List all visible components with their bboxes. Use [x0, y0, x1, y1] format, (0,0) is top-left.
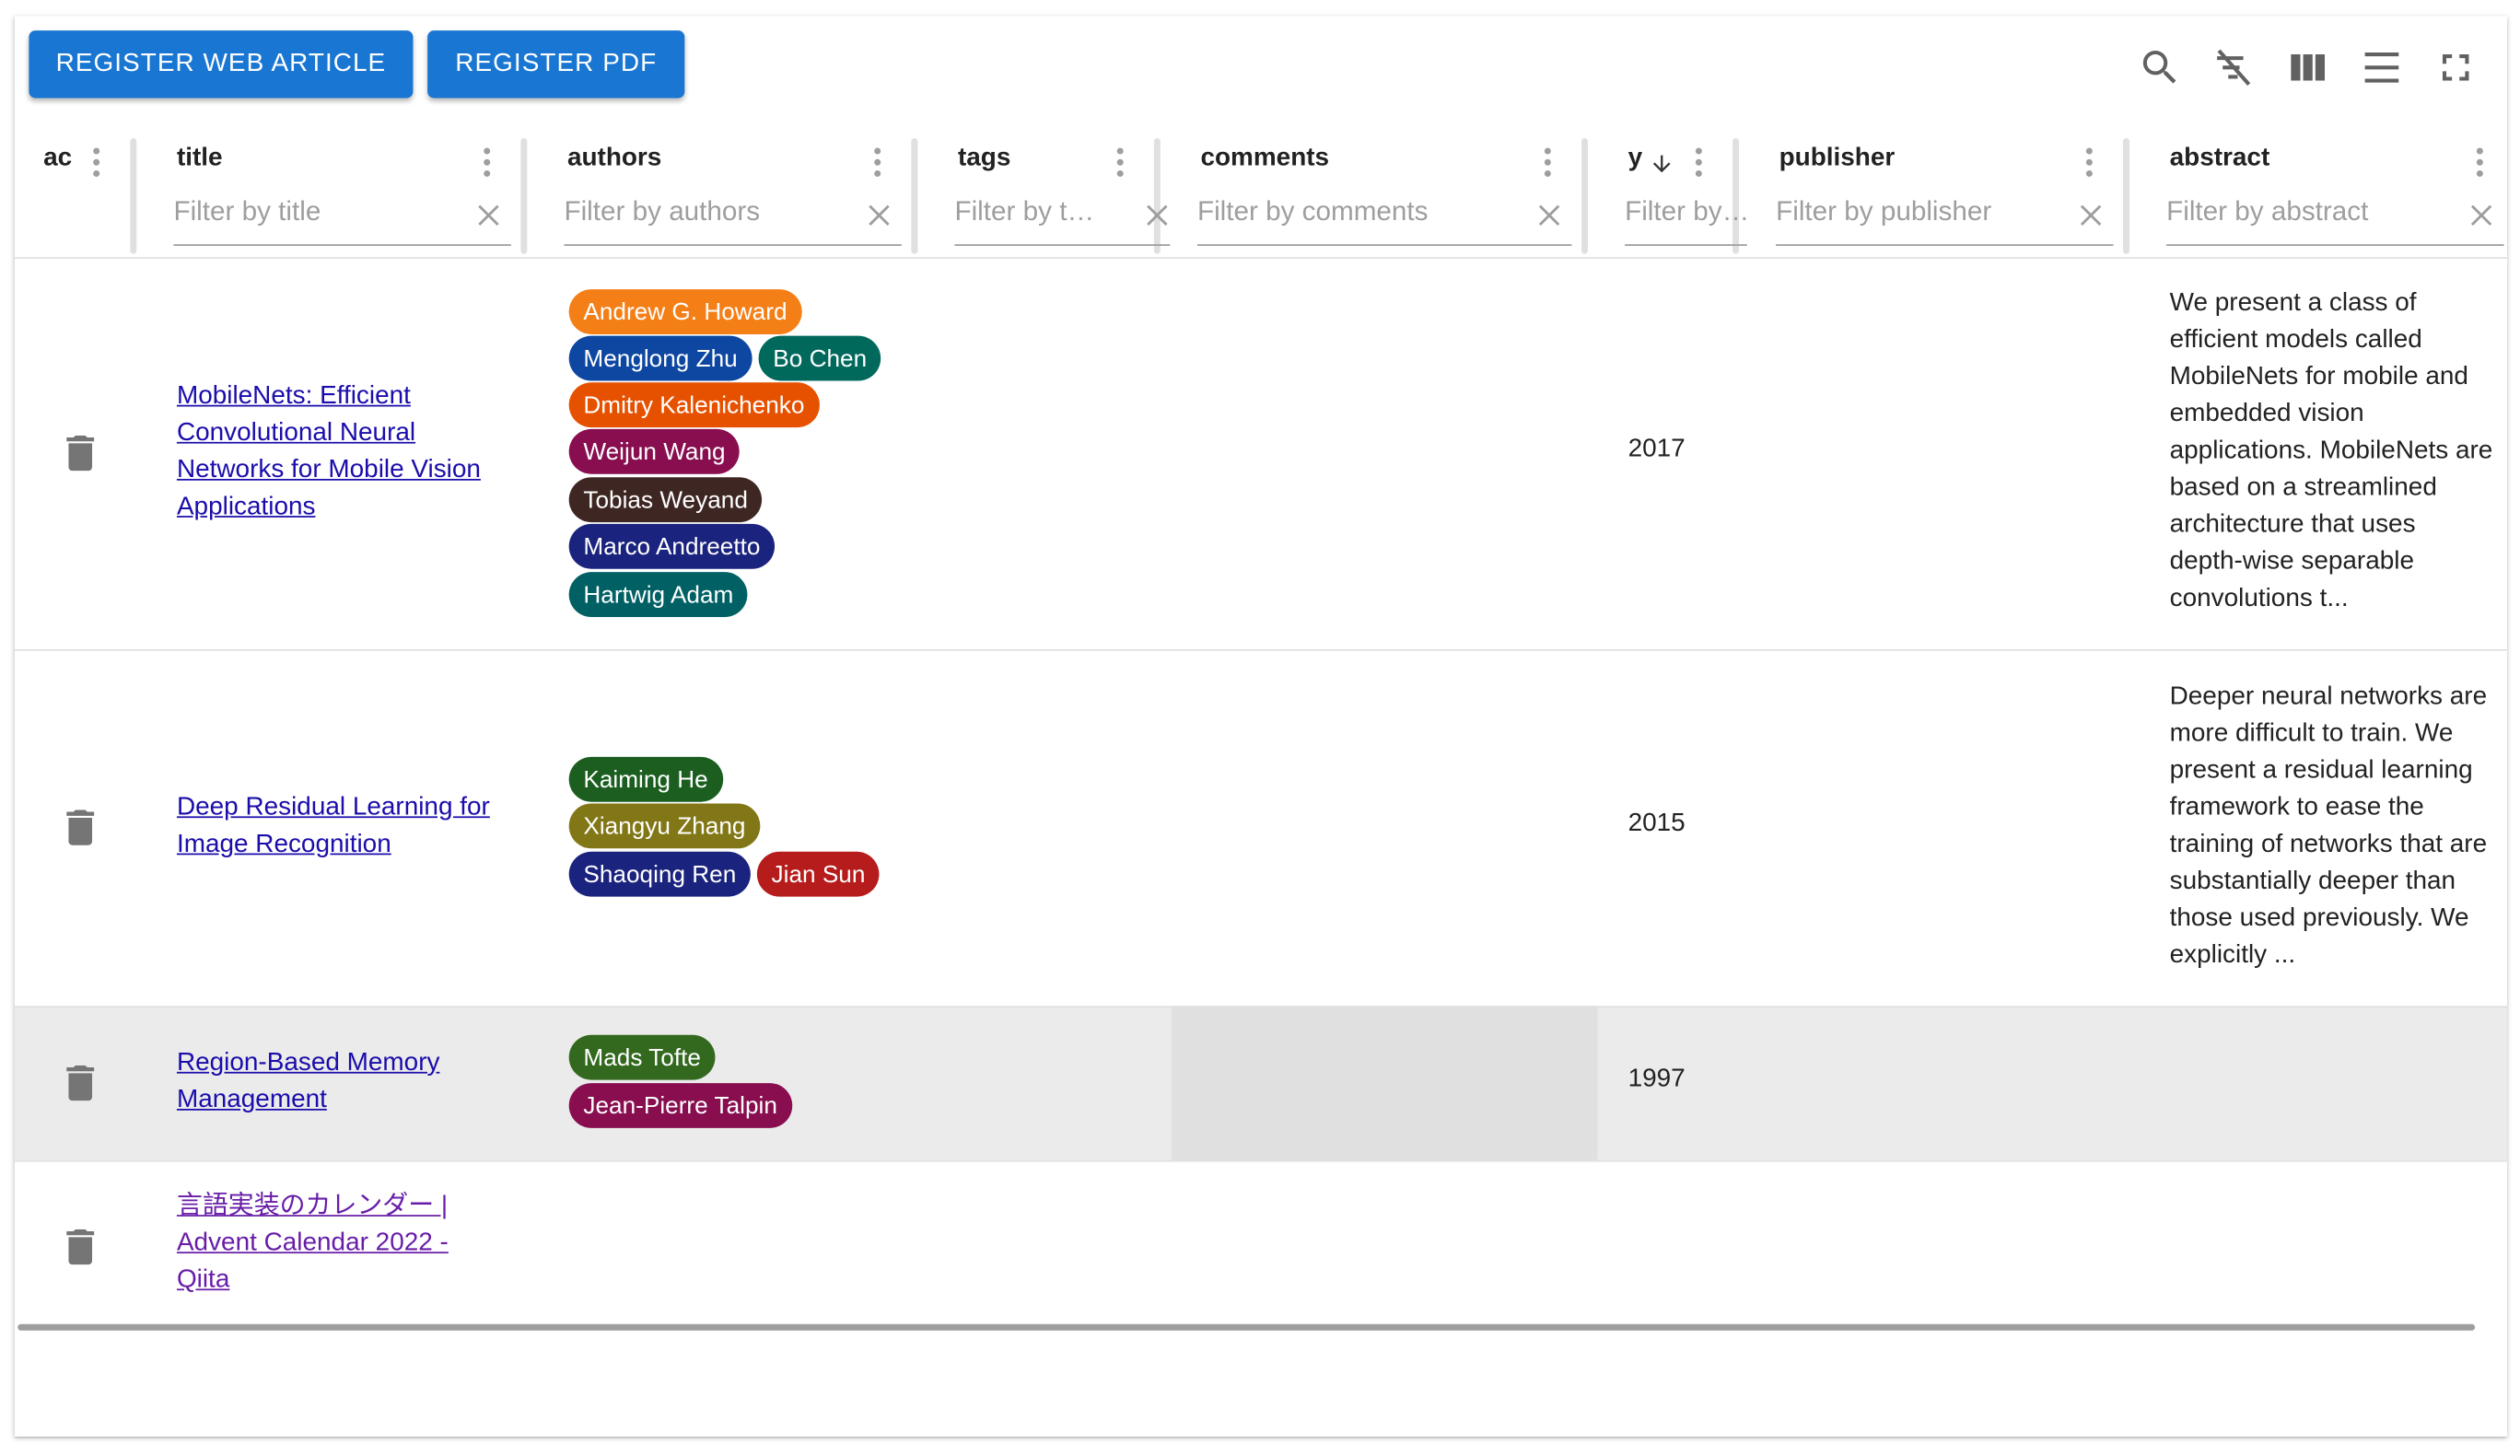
search-icon[interactable] — [2138, 45, 2183, 90]
clear-filter-x-icon[interactable] — [2075, 199, 2107, 231]
year-cell: 1997 — [1628, 1065, 1686, 1093]
header-divider — [14, 257, 2508, 259]
publisher-filter — [1776, 186, 2114, 246]
clear-filter-x-icon[interactable] — [863, 199, 895, 231]
row-divider — [14, 648, 2508, 651]
comments-filter — [1196, 186, 1572, 246]
year-filter-input[interactable] — [1625, 186, 1747, 239]
comments-filter-input[interactable] — [1196, 186, 1572, 239]
author-chip[interactable]: Andrew G. Howard — [568, 289, 802, 334]
abstract-cell: Deeper neural networks are more difficult… — [2169, 682, 2488, 970]
author-chip[interactable]: Shaoqing Ren — [568, 851, 752, 897]
delete-icon[interactable] — [66, 435, 95, 472]
column-header-title[interactable]: title — [177, 145, 223, 173]
clear-filter-x-icon[interactable] — [472, 199, 505, 231]
columns-icon[interactable] — [2285, 45, 2330, 90]
author-chip[interactable]: Marco Andreetto — [568, 523, 776, 569]
horizontal-scrollbar[interactable] — [18, 1323, 2476, 1331]
fullscreen-icon[interactable] — [2433, 45, 2479, 90]
register-pdf-button[interactable]: REGISTER PDF — [427, 30, 685, 99]
column-resize-handle[interactable] — [130, 138, 137, 254]
column-menu-icon[interactable] — [2475, 146, 2484, 179]
author-chip[interactable]: Menglong Zhu — [568, 335, 752, 381]
column-resize-handle[interactable] — [520, 138, 528, 254]
register-web-article-button[interactable]: REGISTER WEB ARTICLE — [29, 30, 414, 99]
column-header-tags[interactable]: tags — [958, 145, 1010, 173]
clear-filter-x-icon[interactable] — [1534, 199, 1566, 231]
title-filter — [173, 186, 511, 246]
authors-filter — [564, 186, 902, 246]
column-menu-icon[interactable] — [1543, 146, 1552, 179]
clear-filter-x-icon[interactable] — [1141, 199, 1173, 231]
row-divider — [14, 1006, 2508, 1008]
author-chip[interactable]: Dmitry Kalenichenko — [568, 382, 820, 428]
author-chip[interactable]: Mads Tofte — [568, 1034, 716, 1080]
year-cell: 2017 — [1628, 435, 1686, 463]
authors-filter-input[interactable] — [564, 186, 902, 239]
title-link[interactable]: MobileNets: Efficient Convolutional Neura… — [177, 378, 481, 526]
column-header-year[interactable]: y — [1628, 145, 1643, 173]
title-filter-input[interactable] — [173, 186, 511, 239]
column-menu-icon[interactable] — [1115, 146, 1125, 179]
column-resize-handle[interactable] — [911, 138, 918, 254]
density-icon[interactable] — [2360, 45, 2405, 90]
author-chip[interactable]: Weijun Wang — [568, 428, 741, 474]
column-header-actions[interactable]: ac — [43, 145, 72, 173]
publisher-filter-input[interactable] — [1776, 186, 2114, 239]
author-chip[interactable]: Jean-Pierre Talpin — [568, 1083, 792, 1128]
author-chip[interactable]: Bo Chen — [758, 335, 881, 381]
title-link[interactable]: Region-Based Memory Management — [177, 1044, 440, 1118]
column-menu-icon[interactable] — [482, 146, 491, 179]
year-cell: 2015 — [1628, 810, 1686, 838]
column-menu-icon[interactable] — [2084, 146, 2094, 179]
clear-filter-icon[interactable] — [2211, 45, 2257, 90]
column-header-abstract[interactable]: abstract — [2170, 145, 2270, 173]
column-menu-icon[interactable] — [91, 146, 100, 179]
tags-filter-input[interactable] — [954, 186, 1171, 239]
delete-icon[interactable] — [66, 1229, 95, 1265]
title-link[interactable]: 言語実装のカレンダー | Advent Calendar 2022 - Qiita — [177, 1187, 449, 1298]
column-menu-icon[interactable] — [1694, 146, 1703, 179]
clear-filter-x-icon[interactable] — [2466, 199, 2498, 231]
abstract-filter — [2166, 186, 2504, 246]
column-header-authors[interactable]: authors — [567, 145, 661, 173]
delete-icon[interactable] — [66, 1065, 95, 1101]
title-link[interactable]: Deep Residual Learning for Image Recognit… — [177, 789, 490, 863]
author-chip[interactable]: Tobias Weyand — [568, 477, 763, 523]
author-chip[interactable]: Xiangyu Zhang — [568, 803, 761, 849]
abstract-filter-input[interactable] — [2166, 186, 2504, 239]
column-header-publisher[interactable]: publisher — [1779, 145, 1896, 173]
author-chip[interactable]: Hartwig Adam — [568, 572, 749, 618]
year-filter — [1625, 186, 1747, 246]
cell-hover — [1172, 1006, 1598, 1160]
sort-descending-icon[interactable] — [1649, 151, 1674, 177]
column-menu-icon[interactable] — [872, 146, 881, 179]
column-resize-handle[interactable] — [2123, 138, 2129, 254]
row-divider — [14, 1159, 2508, 1162]
delete-icon[interactable] — [66, 810, 95, 845]
column-resize-handle[interactable] — [1581, 138, 1588, 254]
abstract-cell: We present a class of efficient models ca… — [2169, 289, 2493, 612]
tags-filter — [954, 186, 1173, 246]
author-chip[interactable]: Jian Sun — [756, 851, 881, 897]
author-chip[interactable]: Kaiming He — [568, 756, 723, 802]
column-header-comments[interactable]: comments — [1200, 145, 1329, 173]
